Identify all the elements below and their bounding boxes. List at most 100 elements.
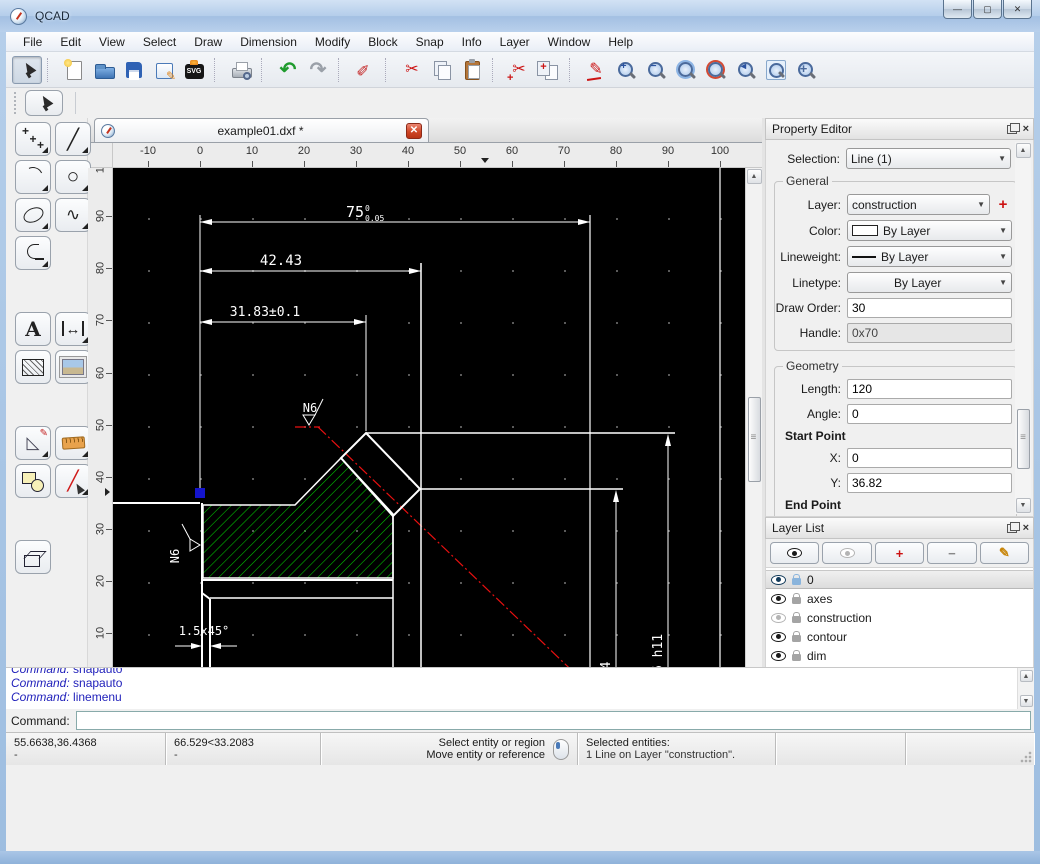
tool-text[interactable]: A <box>15 312 51 346</box>
tab-close-button[interactable]: ✕ <box>406 123 422 139</box>
selection-pointer-button[interactable] <box>12 56 42 84</box>
tool-ruler[interactable] <box>55 426 91 460</box>
length-input[interactable] <box>847 379 1012 399</box>
document-tab[interactable]: example01.dxf * ✕ <box>94 118 429 142</box>
drawing-preferences-button[interactable] <box>149 56 179 84</box>
edit-layer-button[interactable]: ✎ <box>980 542 1029 564</box>
menu-edit[interactable]: Edit <box>51 33 90 51</box>
menu-window[interactable]: Window <box>539 33 600 51</box>
menu-file[interactable]: File <box>14 33 51 51</box>
layer-lock-icon[interactable] <box>792 616 801 623</box>
save-document-button[interactable] <box>119 56 149 84</box>
tool-dimension[interactable]: ↔ <box>55 312 91 346</box>
menu-info[interactable]: Info <box>453 33 491 51</box>
delete-button[interactable]: ✎ <box>350 56 380 84</box>
layer-visibility-eye-icon[interactable] <box>771 594 786 604</box>
toolbar-drag-handle[interactable] <box>14 92 19 114</box>
zoom-in-button[interactable]: + <box>611 56 641 84</box>
tool-image[interactable] <box>55 350 91 384</box>
close-panel-icon[interactable]: × <box>1023 522 1029 534</box>
title-bar[interactable]: QCAD —▢✕ <box>0 0 1040 32</box>
menu-dimension[interactable]: Dimension <box>231 33 306 51</box>
layer-lock-icon[interactable] <box>792 578 801 585</box>
tool-circle[interactable]: ○ <box>55 160 91 194</box>
cut-button[interactable]: ✂ <box>397 56 427 84</box>
show-all-layers-button[interactable] <box>770 542 819 564</box>
linetype-combo[interactable]: By Layer▼ <box>847 272 1012 293</box>
layer-visibility-eye-icon[interactable] <box>771 632 786 642</box>
layer-row-contour[interactable]: contour <box>766 627 1033 646</box>
menu-snap[interactable]: Snap <box>407 33 453 51</box>
close-panel-icon[interactable]: × <box>1023 123 1029 135</box>
tool-hatch[interactable] <box>15 350 51 384</box>
menu-draw[interactable]: Draw <box>185 33 231 51</box>
tool-block[interactable] <box>15 464 51 498</box>
copy-with-reference-button[interactable] <box>534 56 564 84</box>
zoom-to-selection-button[interactable] <box>701 56 731 84</box>
copy-button[interactable] <box>427 56 457 84</box>
layer-list-header[interactable]: Layer List × <box>765 517 1034 539</box>
draw-pencil-button[interactable]: ✎ <box>581 56 611 84</box>
command-input[interactable] <box>76 711 1031 730</box>
layer-visibility-eye-icon[interactable] <box>771 651 786 661</box>
layer-lock-icon[interactable] <box>792 635 801 642</box>
tool-measure[interactable]: ◺ <box>15 426 51 460</box>
maximize-button[interactable]: ▢ <box>973 0 1002 19</box>
tool-polyline[interactable] <box>15 236 51 270</box>
open-document-button[interactable] <box>89 56 119 84</box>
layer-row-dim[interactable]: dim <box>766 646 1033 665</box>
cut-with-reference-button[interactable]: ✂ <box>504 56 534 84</box>
add-to-layer-button[interactable]: + <box>994 196 1012 214</box>
menu-layer[interactable]: Layer <box>491 33 539 51</box>
undo-button[interactable]: ↶ <box>273 56 303 84</box>
paste-button[interactable] <box>457 56 487 84</box>
close-button[interactable]: ✕ <box>1003 0 1032 19</box>
tool-point[interactable]: + <box>15 122 51 156</box>
tool-line[interactable]: ╱ <box>55 122 91 156</box>
redo-button[interactable]: ↷ <box>303 56 333 84</box>
layer-row-0[interactable]: 0 <box>766 570 1033 589</box>
drawing-canvas[interactable]: 75 0 0.05 42.43 31.83±0.1 1.5x45° Φ73.64… <box>113 168 745 738</box>
start-y-input[interactable] <box>847 473 1012 493</box>
property-editor-header[interactable]: Property Editor × <box>765 118 1034 140</box>
selection-grip[interactable] <box>195 488 205 498</box>
tool-3d-solid[interactable] <box>15 540 51 574</box>
float-panel-icon[interactable] <box>1007 524 1017 533</box>
hide-all-layers-button[interactable] <box>822 542 871 564</box>
layer-visibility-eye-icon[interactable] <box>771 613 786 623</box>
vertical-scroll-thumb[interactable] <box>748 397 761 482</box>
angle-input[interactable] <box>847 404 1012 424</box>
tool-selection-line[interactable]: ╱ <box>55 464 91 498</box>
history-scrollbar[interactable]: ▲ ▼ <box>1017 668 1034 709</box>
new-document-button[interactable] <box>59 56 89 84</box>
pan-zoom-button[interactable]: + <box>791 56 821 84</box>
minimize-button[interactable]: — <box>943 0 972 19</box>
layer-row-axes[interactable]: axes <box>766 589 1033 608</box>
scroll-up-arrow[interactable]: ▲ <box>1016 143 1031 158</box>
start-x-input[interactable] <box>847 448 1012 468</box>
remove-layer-button[interactable]: − <box>927 542 976 564</box>
tool-arc[interactable] <box>15 160 51 194</box>
resize-grip[interactable] <box>1020 751 1032 763</box>
vertical-scrollbar[interactable]: ▲ <box>745 168 762 738</box>
zoom-out-button[interactable]: − <box>641 56 671 84</box>
scroll-up-arrow[interactable]: ▲ <box>747 169 762 184</box>
scroll-thumb[interactable] <box>1017 409 1030 469</box>
previous-view-button[interactable]: ◂ <box>731 56 761 84</box>
scroll-down-arrow[interactable]: ▼ <box>1016 498 1031 513</box>
menu-block[interactable]: Block <box>359 33 406 51</box>
float-panel-icon[interactable] <box>1007 125 1017 134</box>
selection-combo[interactable]: Line (1)▼ <box>846 148 1011 169</box>
layer-lock-icon[interactable] <box>792 597 801 604</box>
menu-view[interactable]: View <box>90 33 134 51</box>
layer-row-construction[interactable]: construction <box>766 608 1033 627</box>
menu-help[interactable]: Help <box>599 33 642 51</box>
draw-order-input[interactable] <box>847 298 1012 318</box>
tool-ellipse[interactable] <box>15 198 51 232</box>
add-layer-button[interactable]: + <box>875 542 924 564</box>
lineweight-combo[interactable]: By Layer▼ <box>847 246 1012 267</box>
menu-modify[interactable]: Modify <box>306 33 359 51</box>
menu-select[interactable]: Select <box>134 33 185 51</box>
layer-lock-icon[interactable] <box>792 654 801 661</box>
property-editor-scrollbar[interactable]: ▲ ▼ <box>1015 142 1031 514</box>
